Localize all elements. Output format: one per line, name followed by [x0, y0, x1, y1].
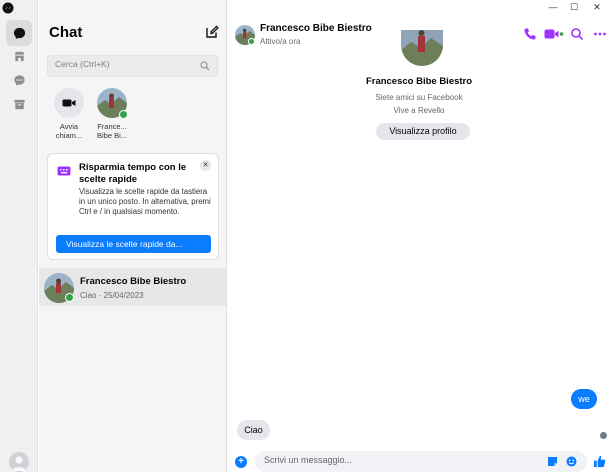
story-label: Avvia chiam... — [55, 122, 83, 140]
contact-story-avatar[interactable] — [97, 88, 128, 119]
search-icon — [200, 61, 210, 71]
conversation-preview: Ciao · 25/04/2023 — [80, 291, 144, 300]
conversation-pane: — ☐ ✕ Francesco Bibe Biestro Attivo/a or… — [228, 0, 610, 472]
tip-body: Visualizza le scelte rapide da tastiera … — [79, 187, 211, 216]
chat-list-pane: Chat Avvia chiam... — [39, 0, 227, 472]
message-composer[interactable] — [255, 451, 587, 472]
profile-friends-line: Siete amici su Facebook — [375, 93, 463, 102]
start-call-button[interactable] — [54, 88, 84, 118]
left-rail — [0, 0, 38, 472]
rail-marketplace-button[interactable] — [6, 43, 32, 69]
view-shortcuts-button[interactable]: Visualizza le scelte rapide da... — [56, 235, 211, 253]
thumbs-up-icon[interactable] — [593, 455, 606, 468]
contact-photo — [401, 30, 443, 66]
rail-requests-button[interactable] — [6, 67, 32, 93]
more-options-icon[interactable] — [593, 27, 607, 41]
marketplace-icon — [14, 51, 24, 61]
profile-location-line: Vive a Revello — [393, 106, 445, 115]
story-label: France... Bibe Bi... — [96, 122, 127, 140]
online-indicator — [65, 293, 74, 302]
search-input[interactable] — [55, 59, 195, 69]
video-call-icon[interactable] — [544, 27, 564, 41]
message-bubble-outgoing[interactable]: we — [571, 389, 597, 409]
conversation-name: Francesco Bibe Biestro — [80, 276, 187, 287]
requests-icon — [13, 74, 25, 86]
chat-list-title: Chat — [49, 24, 83, 41]
keyboard-icon — [57, 166, 71, 176]
close-window-button[interactable]: ✕ — [590, 2, 604, 14]
messenger-app: Chat Avvia chiam... — [0, 0, 610, 472]
header-status: Attivo/a ora — [260, 37, 301, 46]
messenger-logo-icon — [2, 2, 14, 14]
emoji-icon[interactable] — [566, 456, 577, 467]
minimize-button[interactable]: — — [546, 2, 560, 14]
read-receipt-avatar — [600, 432, 607, 439]
contact-story[interactable]: France... Bibe Bi... — [94, 88, 130, 140]
online-indicator — [119, 110, 128, 119]
maximize-button[interactable]: ☐ — [567, 2, 581, 14]
video-camera-icon — [62, 99, 76, 107]
more-actions-button[interactable]: + — [235, 456, 247, 468]
phone-call-icon[interactable] — [523, 27, 537, 41]
shortcuts-tip-card: Risparmia tempo con le scelte rapide ✕ V… — [47, 153, 219, 260]
user-silhouette-icon — [12, 456, 26, 471]
online-indicator — [248, 38, 255, 45]
search-box[interactable] — [47, 55, 218, 77]
new-message-icon[interactable] — [205, 25, 219, 39]
profile-photo — [401, 30, 443, 66]
rail-archive-button[interactable] — [6, 91, 32, 117]
tip-title: Risparmia tempo con le scelte rapide — [79, 162, 187, 185]
chat-icon — [13, 27, 25, 39]
message-bubble-incoming[interactable]: Ciao — [237, 420, 270, 440]
close-tip-button[interactable]: ✕ — [200, 160, 211, 171]
start-call-story[interactable]: Avvia chiam... — [51, 88, 87, 140]
archive-icon — [13, 99, 25, 109]
conversation-list-item[interactable]: Francesco Bibe Biestro Ciao · 25/04/2023 — [39, 268, 226, 306]
header-contact-name[interactable]: Francesco Bibe Biestro — [260, 23, 372, 34]
message-input[interactable] — [264, 455, 534, 465]
search-conversation-icon[interactable] — [570, 27, 584, 41]
view-profile-button[interactable]: Visualizza profilo — [376, 123, 470, 140]
sticker-icon[interactable] — [547, 456, 558, 467]
profile-avatar[interactable] — [9, 452, 29, 472]
profile-name: Francesco Bibe Biestro — [365, 76, 473, 87]
